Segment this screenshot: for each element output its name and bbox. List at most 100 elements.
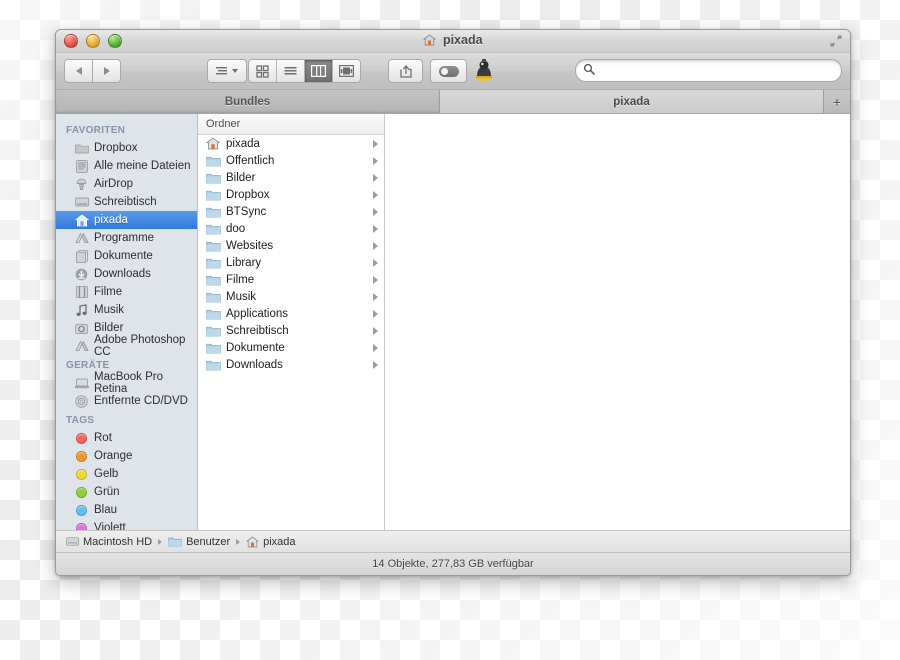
disclosure-arrow-icon — [373, 190, 378, 199]
column-view-button[interactable] — [305, 60, 333, 82]
file-list: pixada Öffentlich Bilder Dropbox BTSync … — [198, 135, 384, 530]
file-row[interactable]: doo — [198, 220, 384, 237]
disclosure-arrow-icon — [373, 207, 378, 216]
file-row[interactable]: pixada — [198, 135, 384, 152]
sidebar-item-filme[interactable]: Filme — [56, 283, 197, 301]
sidebar-item-label: Alle meine Dateien — [94, 160, 191, 172]
disclosure-arrow-icon — [373, 343, 378, 352]
icon-view-button[interactable] — [249, 60, 277, 82]
file-row[interactable]: Library — [198, 254, 384, 271]
tag-dot-icon — [74, 449, 89, 463]
column-two-preview[interactable] — [385, 114, 850, 530]
action-button[interactable] — [430, 59, 467, 83]
sidebar-item-tag-blau[interactable]: Blau — [56, 501, 197, 519]
sidebar-item-alle-meine-dateien[interactable]: Alle meine Dateien — [56, 157, 197, 175]
coverflow-view-button[interactable] — [333, 60, 360, 82]
sidebar-item-adobe-photoshop-cc[interactable]: Adobe Photoshop CC — [56, 334, 197, 358]
forward-button[interactable] — [92, 59, 121, 83]
column-view: Ordner pixada Öffentlich Bilder Dropbox … — [198, 114, 850, 530]
sidebar-item-tag-rot[interactable]: Rot — [56, 429, 197, 447]
file-row[interactable]: Bilder — [198, 169, 384, 186]
new-tab-button[interactable]: + — [823, 90, 850, 113]
sidebar-item-dropbox[interactable]: Dropbox — [56, 139, 197, 157]
sidebar-item-tag-gelb[interactable]: Gelb — [56, 465, 197, 483]
sidebar-item-label: Orange — [94, 450, 133, 462]
file-row[interactable]: Filme — [198, 271, 384, 288]
folder-icon — [205, 171, 221, 185]
breadcrumb-item-pixada[interactable]: pixada — [246, 536, 296, 548]
desktop-icon — [74, 195, 89, 209]
arrange-button[interactable] — [207, 59, 247, 83]
share-icon — [399, 64, 412, 78]
folder-icon — [205, 239, 221, 253]
column-one: Ordner pixada Öffentlich Bilder Dropbox … — [198, 114, 385, 530]
applications-icon — [74, 231, 89, 245]
file-row[interactable]: Dokumente — [198, 339, 384, 356]
file-row[interactable]: Downloads — [198, 356, 384, 373]
sidebar-item-label: Musik — [94, 304, 125, 316]
file-row[interactable]: Schreibtisch — [198, 322, 384, 339]
home-icon — [74, 213, 89, 227]
file-row[interactable]: BTSync — [198, 203, 384, 220]
disclosure-arrow-icon — [373, 309, 378, 318]
file-row[interactable]: Applications — [198, 305, 384, 322]
back-button[interactable] — [64, 59, 92, 83]
sidebar-item-programme[interactable]: Programme — [56, 229, 197, 247]
sidebar-item-downloads[interactable]: Downloads — [56, 265, 197, 283]
folder-icon — [74, 141, 89, 155]
folder-icon — [205, 205, 221, 219]
file-row[interactable]: Dropbox — [198, 186, 384, 203]
sidebar-item-macbook-pro-retina[interactable]: MacBook Pro Retina — [56, 371, 197, 395]
disclosure-arrow-icon — [373, 139, 378, 148]
tab-pixada[interactable]: pixada — [440, 90, 823, 113]
file-row[interactable]: Musik — [198, 288, 384, 305]
disclosure-arrow-icon — [373, 258, 378, 267]
sidebar-item-tag-violett[interactable]: Violett — [56, 519, 197, 530]
sidebar-item-pixada[interactable]: pixada — [56, 211, 197, 229]
app-icon[interactable] — [473, 58, 495, 82]
tag-dot-icon — [74, 485, 89, 499]
sidebar-item-label: Programme — [94, 232, 155, 244]
window-title-text: pixada — [442, 33, 483, 47]
sidebar-item-label: Violett — [94, 522, 126, 530]
disclosure-arrow-icon — [373, 241, 378, 250]
sidebar-item-label: Gelb — [94, 468, 119, 480]
sidebar-item-label: Adobe Photoshop CC — [94, 334, 186, 358]
sidebar-item-entfernte-cd-dvd[interactable]: Entfernte CD/DVD — [56, 392, 197, 410]
share-button[interactable] — [388, 59, 423, 83]
chevron-down-icon — [232, 69, 238, 73]
finder-window: pixada Bundles pixada + FAVORITEN Dropbo… — [55, 29, 851, 576]
list-icon — [284, 66, 297, 74]
search-field[interactable] — [575, 59, 842, 82]
disc-icon — [74, 394, 89, 408]
coverflow-icon — [339, 65, 354, 77]
sidebar-item-tag-orange[interactable]: Orange — [56, 447, 197, 465]
tab-bundles[interactable]: Bundles — [56, 90, 440, 113]
file-name: Applications — [226, 307, 289, 320]
title-bar[interactable]: pixada — [56, 30, 850, 53]
breadcrumb-item-benutzer[interactable]: Benutzer — [168, 536, 230, 548]
view-mode-group — [248, 59, 361, 83]
file-row[interactable]: Öffentlich — [198, 152, 384, 169]
navigation-buttons — [64, 59, 121, 83]
file-row[interactable]: Websites — [198, 237, 384, 254]
sidebar-item-schreibtisch[interactable]: Schreibtisch — [56, 193, 197, 211]
action-pill-icon — [438, 65, 459, 77]
search-input[interactable] — [599, 63, 823, 78]
file-name: Library — [226, 256, 262, 269]
home-icon — [205, 137, 221, 151]
sidebar-section-favoriten-header: FAVORITEN — [66, 125, 126, 136]
sidebar-item-tag-gruen[interactable]: Grün — [56, 483, 197, 501]
file-name: pixada — [226, 137, 260, 150]
home-icon — [246, 536, 260, 548]
sidebar-section-tags-header: TAGS — [66, 415, 95, 426]
folder-icon — [205, 307, 221, 321]
sidebar-item-dokumente[interactable]: Dokumente — [56, 247, 197, 265]
breadcrumb-item-macintosh-hd[interactable]: Macintosh HD — [66, 536, 152, 548]
list-view-button[interactable] — [277, 60, 305, 82]
sidebar-item-airdrop[interactable]: AirDrop — [56, 175, 197, 193]
fullscreen-icon[interactable] — [829, 34, 843, 48]
applications-icon — [74, 339, 89, 353]
sidebar-item-label: Bilder — [94, 322, 124, 334]
sidebar-item-musik[interactable]: Musik — [56, 301, 197, 319]
